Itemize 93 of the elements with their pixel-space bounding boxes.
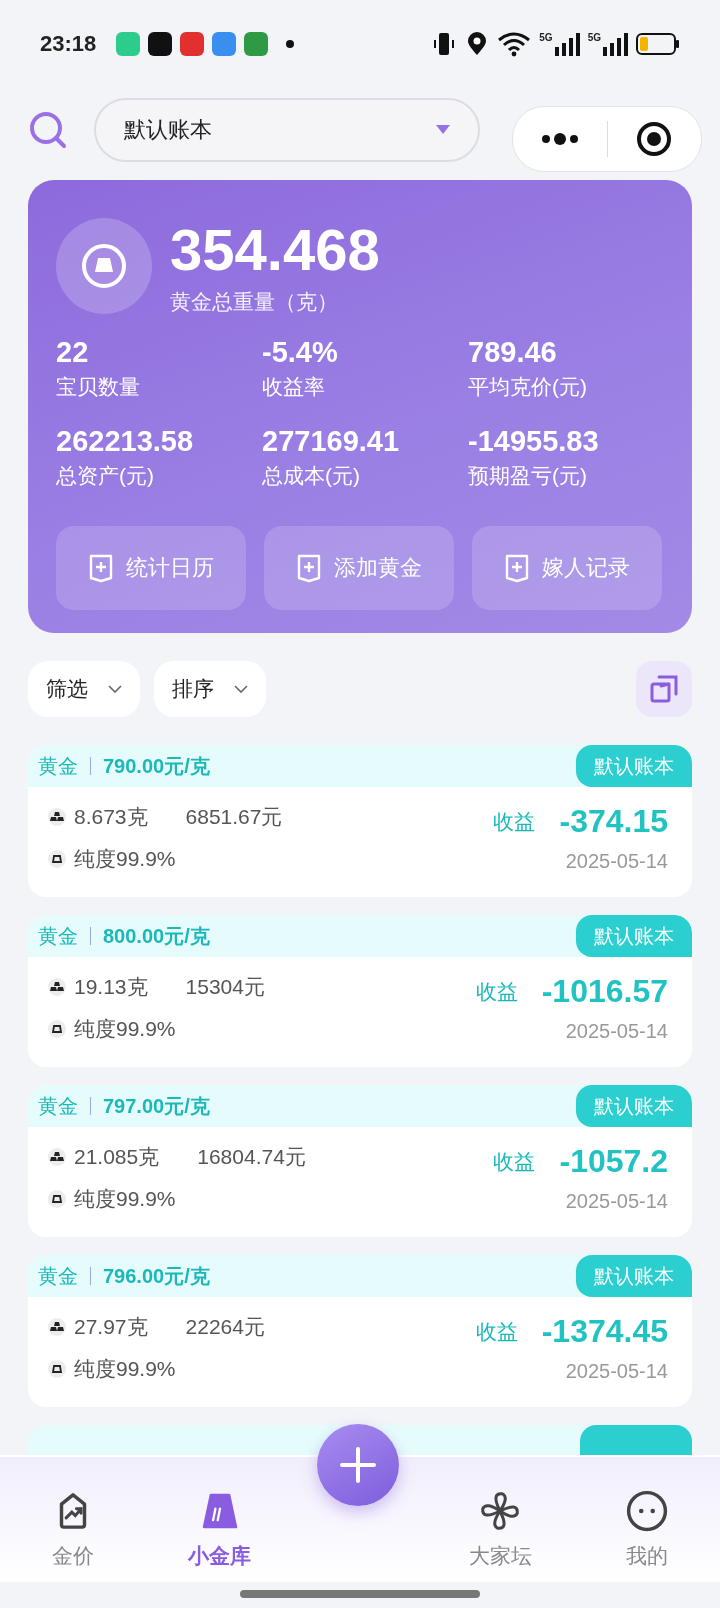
item-purity: 纯度99.9% — [74, 846, 176, 872]
stat-value: 262213.58 — [56, 425, 195, 458]
stat-value: 277169.41 — [262, 425, 401, 458]
add-shield-icon — [88, 553, 114, 583]
item-price: 797.00元/克 — [103, 1093, 210, 1119]
battery-icon — [636, 32, 680, 56]
stat-label: 收益率 — [262, 374, 326, 400]
ingot-icon — [48, 1020, 66, 1038]
app-notification-icon — [148, 32, 173, 56]
wifi-icon — [497, 31, 532, 57]
stat-value: 789.46 — [468, 336, 558, 369]
profit-label: 收益 — [475, 978, 518, 1005]
add-shield-icon — [504, 553, 530, 583]
book-selector[interactable]: 默认账本 — [94, 98, 480, 162]
stat-label: 总成本(元) — [262, 463, 361, 489]
item-weight: 19.13克 — [74, 974, 148, 1000]
ingots-icon — [48, 1318, 66, 1336]
item-amount: 15304元 — [185, 974, 265, 1000]
edit-copy-icon — [649, 674, 679, 704]
item-price: 800.00元/克 — [103, 923, 210, 949]
total-weight: 354.468 — [170, 220, 380, 280]
plus-icon — [340, 1447, 376, 1483]
chevron-down-icon — [108, 685, 122, 693]
stat-label: 总资产(元) — [56, 463, 155, 489]
item-date: 2025-05-14 — [565, 1190, 668, 1213]
network-type: 5G — [587, 32, 601, 43]
holding-record-card[interactable] — [28, 1425, 692, 1455]
book-tag: 默认账本 — [576, 1085, 692, 1127]
item-date: 2025-05-14 — [565, 850, 668, 873]
app-notification-icon — [212, 32, 237, 56]
item-amount: 6851.67元 — [185, 804, 283, 830]
nav-tab[interactable]: 我的 — [573, 1457, 720, 1582]
ingots-icon — [48, 978, 66, 996]
item-type: 黄金 — [38, 1093, 78, 1119]
chevron-down-icon — [234, 685, 248, 693]
item-type: 黄金 — [38, 753, 78, 779]
item-purity: 纯度99.9% — [74, 1356, 176, 1382]
signal-icon — [553, 32, 580, 56]
stat-value: -14955.83 — [468, 425, 600, 458]
book-tag: 默认账本 — [576, 915, 692, 957]
item-purity: 纯度99.9% — [74, 1016, 176, 1042]
item-purity: 纯度99.9% — [74, 1186, 176, 1212]
app-notification-icon — [116, 32, 141, 56]
network-type: 5G — [539, 32, 553, 43]
item-price: 796.00元/克 — [103, 1263, 210, 1289]
item-price: 790.00元/克 — [103, 753, 210, 779]
stat-label: 平均克价(元) — [468, 374, 588, 400]
holding-record-card[interactable]: 黄金 800.00元/克 默认账本 19.13克 15304元 纯度99.9% 收益 -1016.57 2025-05-14 — [28, 915, 692, 1067]
item-type: 黄金 — [38, 1263, 78, 1289]
filter-dropdown[interactable]: 排序 — [154, 661, 266, 717]
profit-value: -1374.45 — [541, 1313, 668, 1350]
book-tag: 默认账本 — [576, 1255, 692, 1297]
add-shield-icon — [296, 553, 322, 583]
profit-label: 收益 — [493, 808, 536, 835]
item-date: 2025-05-14 — [565, 1360, 668, 1383]
item-date: 2025-05-14 — [565, 1020, 668, 1043]
dropdown-caret-icon — [436, 125, 450, 135]
ingot-icon — [48, 1190, 66, 1208]
nav-tab[interactable]: 小金库 — [146, 1457, 293, 1582]
ingots-icon — [48, 1148, 66, 1166]
ingots-icon — [48, 808, 66, 826]
profit-value: -1057.2 — [559, 1143, 668, 1180]
more-icon[interactable] — [539, 132, 580, 146]
filter-dropdown[interactable]: 筛选 — [28, 661, 140, 717]
holding-record-card[interactable]: 黄金 790.00元/克 默认账本 8.673克 6851.67元 纯度99.9% 收益 -374.15 2025-05-14 — [28, 745, 692, 897]
stat-label: 预期盈亏(元) — [468, 463, 588, 489]
item-type: 黄金 — [38, 923, 78, 949]
item-weight: 21.085克 — [74, 1144, 160, 1170]
search-icon[interactable] — [28, 110, 68, 150]
item-amount: 16804.74元 — [197, 1144, 306, 1170]
item-weight: 8.673克 — [74, 804, 148, 830]
item-amount: 22264元 — [185, 1314, 265, 1340]
total-weight-label: 黄金总重量（克） — [170, 289, 339, 315]
profit-label: 收益 — [475, 1318, 518, 1345]
app-notification-icon — [244, 32, 269, 56]
profit-value: -374.15 — [559, 803, 668, 840]
book-tag: 默认账本 — [576, 745, 692, 787]
holding-record-card[interactable]: 黄金 796.00元/克 默认账本 27.97克 22264元 纯度99.9% 收益 -1374.45 2025-05-14 — [28, 1255, 692, 1407]
signal-icon — [602, 32, 628, 56]
status-time: 23:18 — [40, 31, 97, 57]
holding-record-card[interactable]: 黄金 797.00元/克 默认账本 21.085克 16804.74元 纯度99.9% 收益 -1057.2 2025-05-14 — [28, 1085, 692, 1237]
more-notifications-icon — [286, 40, 295, 48]
stat-label: 宝贝数量 — [56, 374, 141, 400]
profit-value: -1016.57 — [541, 973, 668, 1010]
stat-value: -5.4% — [262, 336, 339, 369]
profit-label: 收益 — [493, 1148, 536, 1175]
close-target-icon[interactable] — [636, 121, 673, 157]
stat-value: 22 — [56, 336, 90, 369]
ingot-icon — [48, 850, 66, 868]
ingot-icon — [48, 1360, 66, 1378]
app-notification-icon — [180, 32, 205, 56]
item-weight: 27.97克 — [74, 1314, 148, 1340]
batch-edit-button[interactable] — [636, 661, 692, 717]
